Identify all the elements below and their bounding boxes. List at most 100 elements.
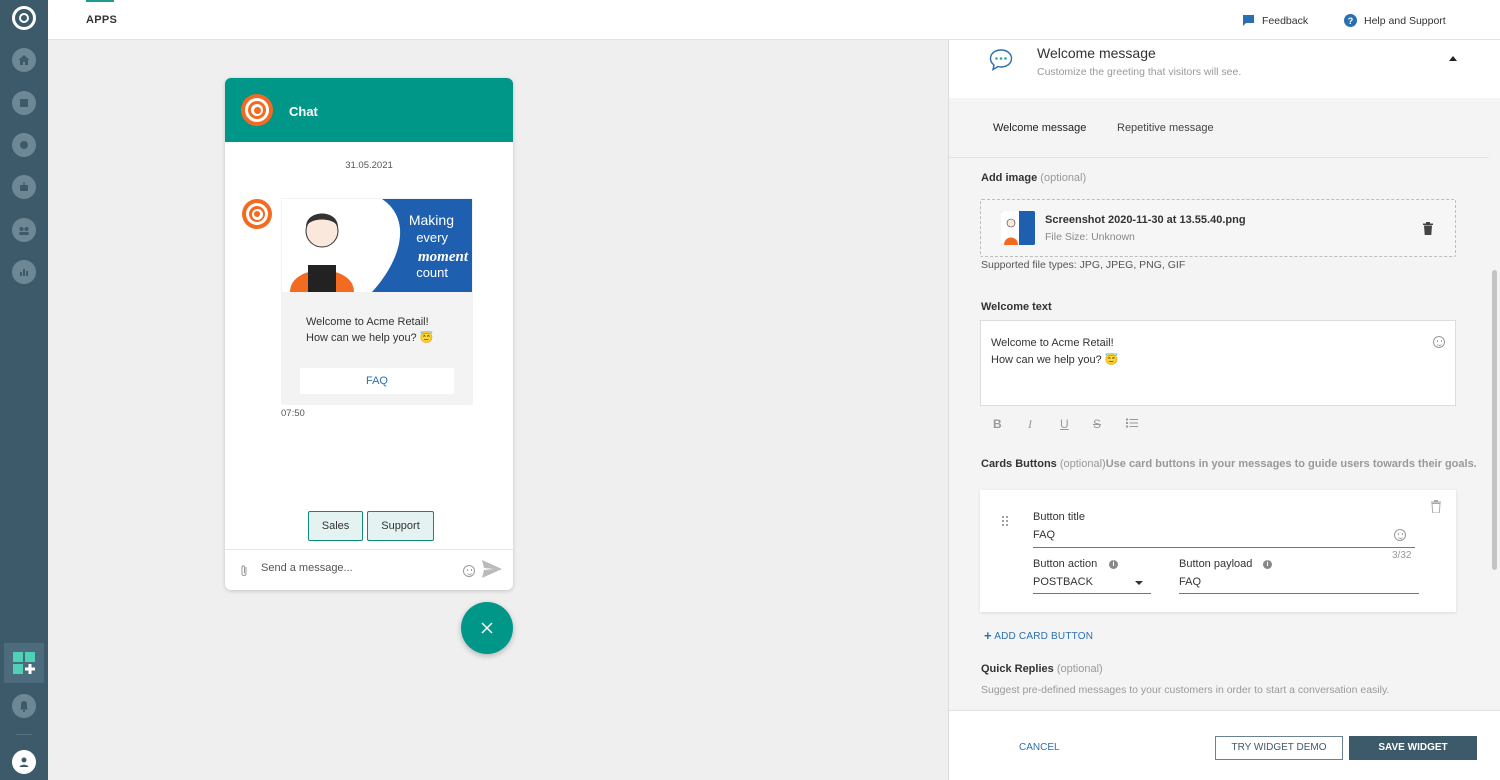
add-card-button[interactable]: + ADD CARD BUTTON [984, 628, 1093, 643]
home-icon[interactable] [12, 48, 36, 72]
add-image-optional: (optional) [1040, 172, 1087, 184]
chat-title: Chat [289, 104, 318, 119]
button-action-info-icon[interactable]: i [1109, 560, 1118, 569]
button-payload-input[interactable]: FAQ [1179, 576, 1201, 588]
bot-avatar-icon [242, 199, 272, 229]
quick-replies-label: Quick Replies (optional) [981, 663, 1103, 675]
button-action-underline [1033, 593, 1151, 594]
panel-header[interactable]: Welcome message Customize the greeting t… [949, 40, 1500, 98]
svg-text:?: ? [1348, 16, 1354, 26]
conversations-icon[interactable] [12, 91, 36, 115]
file-size: File Size: Unknown [1045, 231, 1135, 243]
help-link[interactable]: ? Help and Support [1344, 14, 1446, 27]
chat-input-bar: Send a message... [225, 549, 513, 590]
cards-buttons-title: Cards Buttons [981, 458, 1057, 470]
file-thumbnail [1001, 211, 1035, 245]
underline-button[interactable]: U [1060, 417, 1069, 431]
image-upload-box[interactable]: Screenshot 2020-11-30 at 13.55.40.png Fi… [980, 199, 1456, 257]
top-bar: APPS Feedback ? Help and Support [48, 0, 1500, 40]
feedback-link[interactable]: Feedback [1242, 14, 1308, 27]
message-text: Welcome to Acme Retail! How can we help … [306, 314, 433, 346]
message-time: 07:50 [281, 408, 305, 419]
quick-replies-title: Quick Replies [981, 663, 1054, 675]
banner-line-4: count [416, 265, 448, 280]
welcome-text-line-2: How can we help you? 😇 [991, 354, 1119, 366]
emoji-picker-icon[interactable] [1433, 336, 1445, 348]
message-line-2: How can we help you? 😇 [306, 332, 434, 344]
panel-footer: CANCEL TRY WIDGET DEMO SAVE WIDGET [949, 710, 1500, 780]
panel-subtitle: Customize the greeting that visitors wil… [1037, 66, 1242, 78]
people-icon[interactable] [12, 218, 36, 242]
cards-buttons-label: Cards Buttons (optional)Use card buttons… [981, 458, 1477, 470]
drag-handle-icon[interactable] [1001, 515, 1009, 527]
welcome-text-editor[interactable]: Welcome to Acme Retail! How can we help … [980, 320, 1456, 406]
banner-line-1: Making [409, 212, 454, 228]
message-tabs: Welcome message Repetitive message [949, 98, 1489, 158]
logo-icon[interactable] [12, 6, 36, 30]
welcome-text-label: Welcome text [981, 301, 1052, 313]
message-image: Making every moment count [282, 199, 472, 292]
card-faq-button[interactable]: FAQ [300, 368, 454, 394]
file-name: Screenshot 2020-11-30 at 13.55.40.png [1045, 214, 1246, 226]
button-title-label: Button title [1033, 511, 1085, 523]
button-title-emoji-icon[interactable] [1394, 529, 1406, 541]
quick-reply-support[interactable]: Support [367, 511, 434, 541]
button-action-label: Button action [1033, 558, 1098, 570]
dropdown-caret-icon[interactable] [1135, 581, 1143, 585]
panel-title: Welcome message [1037, 45, 1156, 61]
apps-add-icon[interactable] [4, 643, 44, 683]
card-button-editor: Button title FAQ 3/32 Button action i PO… [980, 490, 1456, 612]
button-title-underline [1033, 547, 1415, 548]
cards-buttons-description: Use card buttons in your messages to gui… [1105, 458, 1477, 470]
italic-button[interactable]: I [1028, 417, 1032, 432]
brand-logo-icon [241, 94, 273, 126]
help-icon: ? [1344, 14, 1357, 27]
delete-card-icon[interactable] [1430, 500, 1442, 513]
bot-icon[interactable] [12, 175, 36, 199]
apps-tab-indicator [86, 0, 114, 2]
button-payload-label: Button payload [1179, 558, 1253, 570]
message-line-1: Welcome to Acme Retail! [306, 316, 429, 328]
tab-repetitive-message[interactable]: Repetitive message [1117, 122, 1214, 134]
quick-replies-optional: (optional) [1056, 663, 1103, 675]
attachment-icon[interactable] [239, 564, 249, 578]
button-action-select[interactable]: POSTBACK [1033, 576, 1093, 588]
banner-line-2: every [416, 230, 448, 245]
delete-image-icon[interactable] [1422, 222, 1434, 235]
try-widget-demo-button[interactable]: TRY WIDGET DEMO [1215, 736, 1343, 760]
chat-widget-preview: Chat 31.05.2021 Making every moment coun… [225, 78, 513, 590]
button-payload-info-icon[interactable]: i [1263, 560, 1272, 569]
panel-scrollbar[interactable] [1492, 270, 1497, 570]
save-widget-button[interactable]: SAVE WIDGET [1349, 736, 1477, 760]
sidebar-divider [16, 734, 32, 735]
settings-panel: Welcome message Customize the greeting t… [948, 40, 1500, 780]
quick-replies-description: Suggest pre-defined messages to your cus… [981, 684, 1390, 696]
button-title-input[interactable]: FAQ [1033, 529, 1055, 541]
help-label: Help and Support [1364, 14, 1446, 27]
button-title-counter: 3/32 [1392, 550, 1412, 561]
left-sidebar [0, 0, 48, 780]
close-icon [481, 622, 493, 634]
chat-bubble-icon [989, 49, 1013, 71]
bold-button[interactable]: B [993, 417, 1002, 431]
user-avatar-icon[interactable] [12, 750, 36, 774]
bell-icon[interactable] [12, 694, 36, 718]
chat-icon[interactable] [12, 133, 36, 157]
tab-welcome-message[interactable]: Welcome message [993, 122, 1086, 134]
banner-line-3: moment [418, 249, 469, 265]
message-input[interactable]: Send a message... [261, 562, 353, 574]
chat-date: 31.05.2021 [345, 160, 393, 171]
collapse-caret-icon[interactable] [1449, 56, 1457, 61]
emoji-icon[interactable] [463, 565, 475, 577]
analytics-icon[interactable] [12, 260, 36, 284]
quick-reply-sales[interactable]: Sales [308, 511, 363, 541]
send-icon[interactable] [482, 560, 502, 578]
cancel-button[interactable]: CANCEL [1019, 742, 1060, 753]
close-chat-button[interactable] [461, 602, 513, 654]
apps-tab[interactable]: APPS [86, 14, 117, 26]
message-card: Making every moment count Welcome to Acm… [281, 198, 473, 405]
bullet-list-icon[interactable] [1126, 418, 1138, 428]
plus-icon: + [984, 628, 992, 643]
strikethrough-button[interactable]: S [1093, 417, 1101, 431]
button-payload-underline [1179, 593, 1419, 594]
